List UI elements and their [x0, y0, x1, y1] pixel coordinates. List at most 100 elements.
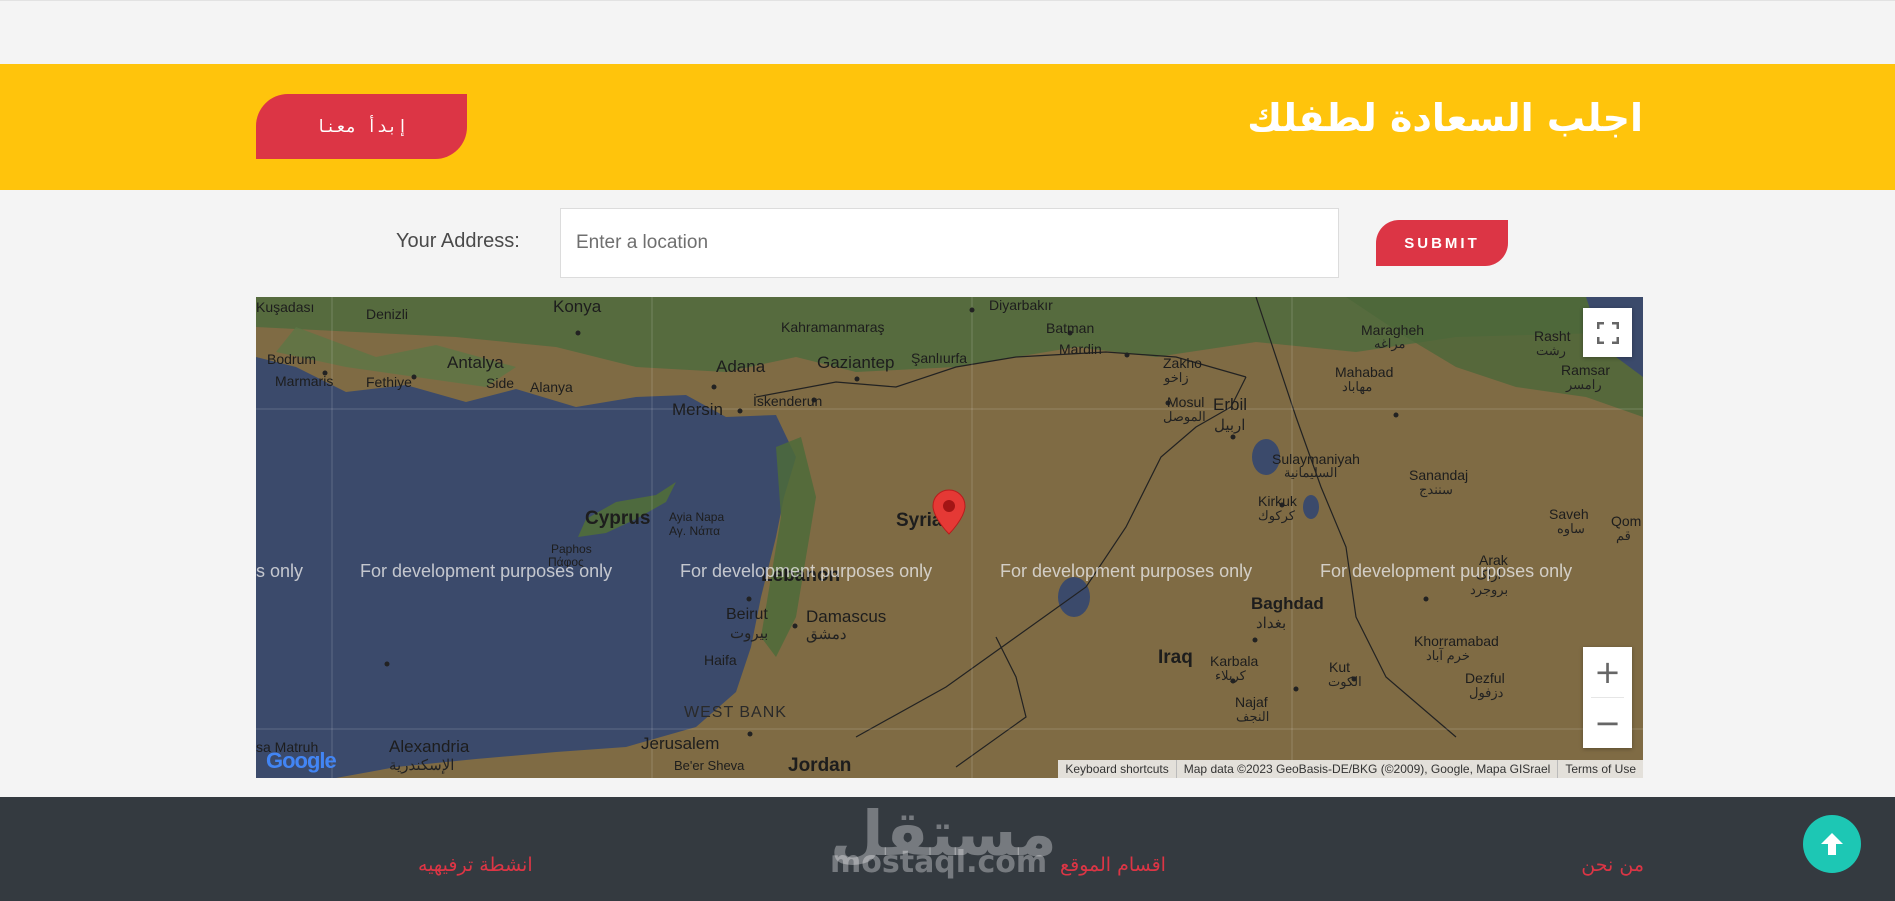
map-label: Beirut: [726, 606, 768, 623]
cta-title: اجلب السعادة لطفلك: [1247, 96, 1643, 140]
map-label: Ramsar: [1561, 362, 1611, 378]
map-label: Qom: [1611, 513, 1642, 529]
address-form: Your Address: SUBMIT: [0, 190, 1895, 296]
google-logo-text: Google: [266, 748, 337, 773]
footer-link-activities[interactable]: انشطة ترفيهيه: [418, 854, 533, 876]
map-marker-icon[interactable]: [932, 489, 966, 535]
map-label: Gaziantep: [817, 353, 895, 372]
map-label: Jerusalem: [641, 734, 720, 753]
map-label: Antalya: [447, 353, 504, 372]
map-label: بروجرد: [1470, 582, 1509, 597]
cta-banner: اجلب السعادة لطفلك إبدأ معنا: [0, 64, 1895, 190]
keyboard-shortcuts-link[interactable]: Keyboard shortcuts: [1058, 760, 1175, 778]
map-label: قم: [1616, 528, 1631, 543]
map-label: Mardin: [1059, 341, 1102, 357]
map-label: Kahramanmaraş: [781, 319, 885, 335]
map-label: Saveh: [1549, 506, 1589, 522]
map-label: السليمانية: [1284, 465, 1338, 480]
map-label: Konya: [553, 297, 602, 316]
map-label: Zakho: [1163, 355, 1202, 371]
map-label: بيروت: [730, 625, 769, 642]
map-label: Şanlıurfa: [911, 350, 968, 366]
map-label: Fethiye: [366, 374, 412, 390]
address-input[interactable]: [560, 208, 1339, 278]
map-label: Ayia Napa: [669, 510, 725, 524]
map-label: الموصل: [1163, 409, 1206, 424]
zoom-out-button[interactable]: −: [1583, 698, 1632, 748]
map-label: Denizli: [366, 306, 409, 322]
map-label: رشت: [1536, 343, 1566, 358]
dev-watermark: For development purposes only: [1320, 561, 1573, 581]
map-label: ساوه: [1557, 521, 1585, 536]
address-label: Your Address:: [396, 230, 520, 252]
map-label: Dezful: [1465, 670, 1505, 686]
map-label: Rasht: [1534, 328, 1571, 344]
map-label: دزفول: [1469, 685, 1504, 700]
map-label: اربيل: [1214, 417, 1246, 434]
map-label: Damascus: [806, 607, 887, 626]
map-label: الإسكندرية: [389, 757, 455, 774]
map-label: Mahabad: [1335, 364, 1394, 380]
map-label: دمشق: [806, 626, 847, 643]
map-label: Kirkuk: [1258, 493, 1297, 509]
map-data-text: Map data ©2023 GeoBasis-DE/BKG (©2009), …: [1175, 760, 1558, 778]
map-label: خرم آباد: [1426, 648, 1470, 663]
map-label: Najaf: [1235, 694, 1268, 710]
zoom-in-button[interactable]: +: [1583, 647, 1632, 697]
map-label: Alanya: [530, 379, 573, 395]
map-label: Bodrum: [267, 351, 317, 367]
map-label: Kuşadası: [256, 299, 315, 315]
fullscreen-button[interactable]: [1583, 308, 1632, 357]
top-strip: [0, 0, 1895, 64]
map-label: Kut: [1329, 659, 1351, 675]
map-label: Diyarbakır: [989, 297, 1053, 313]
map-label: Haifa: [704, 652, 737, 668]
map-label: بغداد: [1256, 615, 1287, 632]
map-label: رامسر: [1566, 377, 1602, 392]
map-label: كركوك: [1258, 508, 1295, 523]
map-label: سنندج: [1419, 482, 1453, 497]
footer-link-about[interactable]: من نحن: [1581, 854, 1644, 876]
fullscreen-icon: [1596, 321, 1619, 344]
google-logo: Google: [266, 748, 337, 774]
map-label: Sanandaj: [1409, 467, 1469, 483]
dev-watermark: For development purposes only: [680, 561, 933, 581]
map-label: Khorramabad: [1414, 633, 1499, 649]
map-label: مراغه: [1374, 336, 1406, 351]
map-widget[interactable]: Kuşadası Denizli Konya Kahramanmaraş Diy…: [256, 297, 1643, 778]
zoom-controls: + −: [1583, 647, 1632, 748]
dev-watermark: For development purposes only: [360, 561, 613, 581]
map-label: Adana: [716, 357, 766, 376]
map-label: Mersin: [672, 400, 724, 419]
map-label: Alexandria: [389, 737, 470, 756]
scroll-to-top-button[interactable]: [1803, 815, 1861, 873]
map-label: Be'er Sheva: [674, 758, 745, 773]
map-attribution: Keyboard shortcuts Map data ©2023 GeoBas…: [1058, 760, 1643, 778]
map-label: الكوت: [1328, 674, 1362, 689]
arrow-up-icon: [1821, 833, 1843, 855]
map-label: Αγ. Νάπα: [669, 524, 721, 538]
start-with-us-button[interactable]: إبدأ معنا: [256, 94, 467, 159]
map-label: Iraq: [1158, 647, 1193, 668]
map-label: Erbil: [1213, 395, 1248, 414]
map-label: Cyprus: [585, 508, 651, 529]
map-label: Baghdad: [1251, 594, 1324, 613]
map-label: Side: [486, 375, 515, 391]
map-label: كربلاء: [1215, 668, 1246, 683]
map-label: Marmaris: [275, 373, 334, 389]
map-label: WEST BANK: [684, 704, 787, 721]
map-label: زاخو: [1164, 370, 1189, 385]
map-label: Mosul: [1167, 394, 1205, 410]
footer-link-sections[interactable]: اقسام الموقع: [1060, 854, 1166, 876]
dev-watermark: For development purposes only: [1000, 561, 1253, 581]
map-label: İskenderun: [753, 393, 823, 409]
mostaql-watermark-url: mostaql.com: [830, 845, 1048, 880]
map-label: النجف: [1236, 709, 1270, 724]
map-label: Karbala: [1210, 653, 1259, 669]
submit-button[interactable]: SUBMIT: [1376, 220, 1508, 266]
dev-watermark: s only: [256, 561, 304, 581]
terms-of-use-link[interactable]: Terms of Use: [1557, 760, 1643, 778]
map-label: Jordan: [788, 755, 852, 776]
map-label: Paphos: [551, 542, 592, 556]
footer: مستقل mostaql.com من نحن اقسام الموقع ان…: [0, 797, 1895, 901]
